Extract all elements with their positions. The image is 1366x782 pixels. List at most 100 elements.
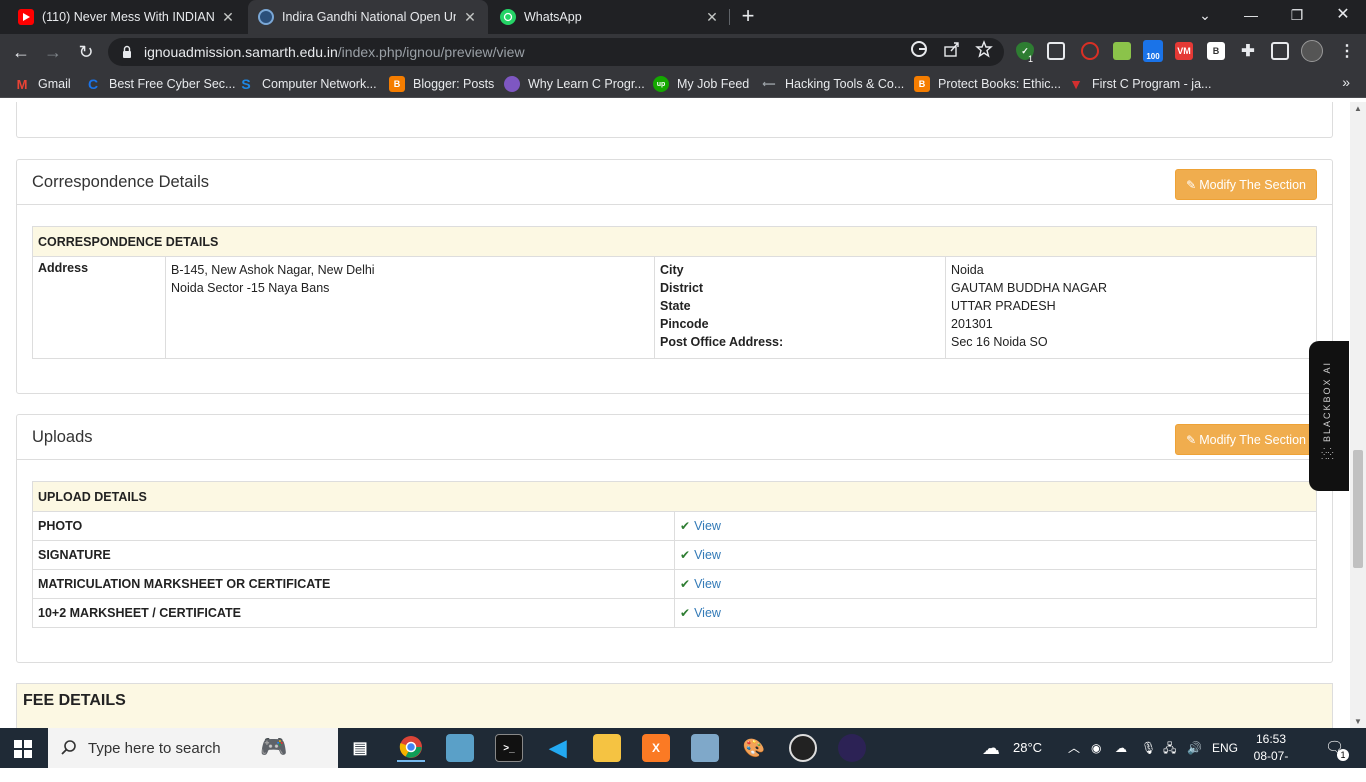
bookmarks-bar: M Gmail C Best Free Cyber Sec... S Computer… bbox=[0, 70, 1366, 98]
more-bookmarks-icon[interactable]: » bbox=[1342, 74, 1350, 90]
task-view-icon[interactable]: ▤ bbox=[346, 734, 374, 762]
weather-icon[interactable]: ☁ bbox=[982, 728, 1000, 768]
file-explorer-icon[interactable] bbox=[593, 734, 621, 762]
new-tab-button[interactable]: + bbox=[736, 4, 760, 28]
scrollbar-thumb[interactable] bbox=[1353, 450, 1363, 568]
language-indicator[interactable]: ENG bbox=[1212, 728, 1238, 768]
restore-button[interactable]: ❐ bbox=[1274, 0, 1320, 30]
tab-youtube[interactable]: (110) Never Mess With INDIAN Pe ✕ bbox=[8, 0, 246, 34]
record-icon[interactable]: ◉ bbox=[1091, 728, 1101, 768]
triangle-logo-icon: ▼ bbox=[1069, 76, 1083, 92]
show-hidden-icons[interactable]: ︿ bbox=[1068, 728, 1080, 768]
check-circle-icon: ✔ bbox=[680, 606, 691, 620]
windows-start-icon[interactable] bbox=[14, 740, 32, 758]
share-icon[interactable] bbox=[943, 40, 961, 58]
state-label: State bbox=[660, 299, 691, 313]
bookmark-computer-network[interactable]: S Computer Network... bbox=[238, 75, 376, 93]
eclipse-icon[interactable] bbox=[838, 734, 866, 762]
page-viewport: Correspondence Details ✎ Modify The Secti… bbox=[0, 102, 1350, 728]
taskbar-search-input[interactable]: Type here to search 🎮 bbox=[48, 728, 338, 768]
window-close-button[interactable]: ✕ bbox=[1320, 0, 1366, 30]
photos-app-icon[interactable] bbox=[691, 734, 719, 762]
terminal-icon[interactable]: >_ bbox=[495, 734, 523, 762]
tab-search-icon[interactable]: ⌄ bbox=[1182, 0, 1228, 30]
upload-label: SIGNATURE bbox=[32, 540, 675, 570]
vscode-icon[interactable]: ◀ bbox=[544, 734, 572, 762]
button-label: Modify The Section bbox=[1199, 432, 1306, 447]
close-icon[interactable]: ✕ bbox=[220, 9, 236, 26]
pencil-icon: ✎ bbox=[1186, 177, 1197, 192]
modify-correspondence-button[interactable]: ✎ Modify The Section bbox=[1175, 169, 1317, 200]
menu-kebab-icon[interactable]: ⋮ bbox=[1338, 42, 1356, 60]
obs-icon[interactable] bbox=[789, 734, 817, 762]
extensions-puzzle-icon[interactable]: ✚ bbox=[1239, 42, 1257, 60]
s-logo-icon: S bbox=[241, 76, 251, 92]
counter-extension-icon[interactable]: 100 bbox=[1143, 40, 1163, 62]
view-link[interactable]: ✔ View bbox=[674, 511, 1317, 541]
vm-extension-icon[interactable]: VM bbox=[1175, 42, 1193, 60]
opera-icon[interactable] bbox=[1081, 42, 1099, 60]
microphone-icon[interactable]: 🎙 bbox=[1141, 728, 1156, 768]
upload-label: 10+2 MARKSHEET / CERTIFICATE bbox=[32, 598, 675, 628]
gamepad-headset-icon: 🎮 bbox=[260, 734, 288, 759]
view-link[interactable]: ✔ View bbox=[674, 598, 1317, 628]
google-lens-icon[interactable] bbox=[910, 40, 928, 58]
address-bar[interactable]: ignouadmission.samarth.edu.in/index.php/… bbox=[108, 38, 1004, 66]
tab-ignou[interactable]: Indira Gandhi National Open Uni ✕ bbox=[248, 0, 488, 34]
post-office-label: Post Office Address: bbox=[660, 335, 784, 349]
bookmark-blogger[interactable]: B Blogger: Posts bbox=[389, 75, 494, 93]
button-label: Modify The Section bbox=[1199, 177, 1306, 192]
video-extension-icon[interactable] bbox=[1113, 42, 1131, 60]
notes-app-icon[interactable] bbox=[446, 734, 474, 762]
address-label-cell: Address bbox=[32, 256, 166, 359]
tab-title: WhatsApp bbox=[524, 10, 582, 24]
scroll-down-arrow[interactable]: ▼ bbox=[1350, 717, 1366, 726]
modify-uploads-button[interactable]: ✎ Modify The Section bbox=[1175, 424, 1317, 455]
scroll-up-arrow[interactable]: ▲ bbox=[1350, 104, 1366, 113]
bookmark-label: Gmail bbox=[38, 77, 71, 91]
bookmark-protect-books[interactable]: B Protect Books: Ethic... bbox=[914, 75, 1061, 93]
picture-in-picture-icon[interactable] bbox=[1047, 42, 1065, 60]
bookmark-label: Why Learn C Progr... bbox=[528, 77, 645, 91]
profile-avatar[interactable] bbox=[1301, 40, 1323, 62]
bookmark-label: Best Free Cyber Sec... bbox=[109, 77, 236, 91]
view-link[interactable]: ✔ View bbox=[674, 569, 1317, 599]
check-circle-icon: ✔ bbox=[680, 519, 691, 533]
bookmark-star-icon[interactable] bbox=[975, 40, 993, 58]
weather-temperature[interactable]: 28°C bbox=[1013, 728, 1042, 768]
address-line-2: Noida Sector -15 Naya Bans bbox=[171, 281, 330, 295]
clock[interactable]: 16:53 08-07-2023 bbox=[1246, 731, 1296, 782]
blackbox-ai-tab[interactable]: BLACKBOX AI ∴∴ ∴∴ bbox=[1309, 341, 1349, 491]
bookmark-cyber-security[interactable]: C Best Free Cyber Sec... bbox=[85, 75, 236, 93]
reload-button[interactable]: ↻ bbox=[73, 39, 99, 65]
windows-taskbar: Type here to search 🎮 ▤ >_ ◀ X 🎨 ☁ 28°C … bbox=[0, 728, 1366, 780]
bookmark-first-c-program[interactable]: ▼ First C Program - ja... bbox=[1068, 75, 1211, 93]
paint-icon[interactable]: 🎨 bbox=[740, 734, 768, 762]
vertical-scrollbar[interactable]: ▲ ▼ bbox=[1350, 102, 1366, 728]
district-value: GAUTAM BUDDHA NAGAR bbox=[951, 281, 1108, 295]
tab-whatsapp[interactable]: WhatsApp ✕ bbox=[490, 0, 730, 34]
onedrive-icon[interactable]: ☁ bbox=[1115, 728, 1127, 768]
back-button[interactable]: ← bbox=[8, 39, 34, 65]
close-icon[interactable]: ✕ bbox=[704, 9, 720, 26]
notifications-icon[interactable]: 🗨 bbox=[1325, 728, 1344, 768]
b-extension-icon[interactable]: B bbox=[1207, 42, 1225, 60]
address-label: Address bbox=[38, 261, 89, 275]
forward-button[interactable]: → bbox=[40, 39, 66, 65]
field-values-cell: Noida GAUTAM BUDDHA NAGAR UTTAR PRADESH … bbox=[945, 256, 1317, 359]
panel-title: Uploads bbox=[32, 428, 93, 446]
bookmark-job-feed[interactable]: up My Job Feed bbox=[653, 75, 749, 93]
network-icon[interactable]: 🖧 bbox=[1163, 728, 1176, 768]
bookmark-gmail[interactable]: M Gmail bbox=[14, 75, 71, 93]
volume-icon[interactable]: 🔊 bbox=[1187, 728, 1202, 768]
chrome-icon[interactable] bbox=[397, 734, 425, 762]
close-icon[interactable]: ✕ bbox=[462, 9, 478, 26]
url-text: ignouadmission.samarth.edu.in/index.php/… bbox=[144, 44, 525, 60]
panel-title: Correspondence Details bbox=[32, 173, 210, 191]
side-panel-icon[interactable] bbox=[1271, 42, 1289, 60]
minimize-button[interactable]: — bbox=[1228, 0, 1274, 30]
view-link[interactable]: ✔ View bbox=[674, 540, 1317, 570]
bookmark-learn-c[interactable]: Why Learn C Progr... bbox=[504, 75, 645, 93]
bookmark-hacking-tools[interactable]: ⟵ Hacking Tools & Co... bbox=[761, 75, 905, 93]
xampp-icon[interactable]: X bbox=[642, 734, 670, 762]
